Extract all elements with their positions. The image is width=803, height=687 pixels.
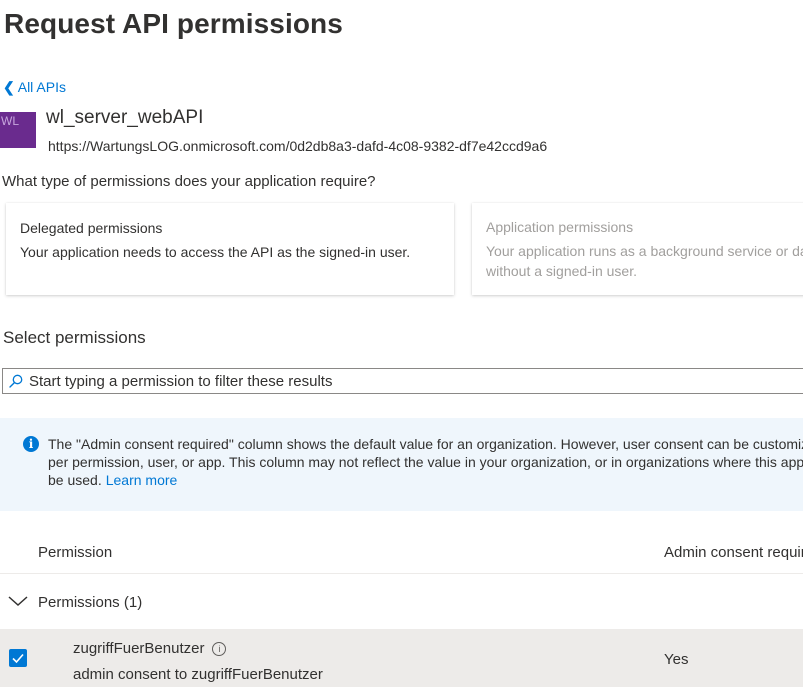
- permission-checkbox[interactable]: [9, 649, 27, 667]
- learn-more-link[interactable]: Learn more: [106, 472, 178, 488]
- permission-search-box[interactable]: [2, 368, 803, 394]
- permission-admin-consent-value: Yes: [664, 651, 689, 668]
- chevron-down-icon[interactable]: [7, 594, 29, 608]
- api-url: https://WartungsLOG.onmicrosoft.com/0d2d…: [48, 138, 548, 154]
- info-circle-icon[interactable]: i: [212, 642, 227, 656]
- all-apis-back-link[interactable]: ❮ All APIs: [3, 79, 66, 96]
- permission-name: zugriffFuerBenutzer i: [73, 640, 227, 657]
- application-permissions-title: Application permissions: [486, 219, 634, 235]
- delegated-permissions-description: Your application needs to access the API…: [20, 244, 411, 260]
- search-icon: [9, 374, 23, 388]
- info-banner-line: The "Admin consent required" column show…: [48, 436, 803, 452]
- table-row[interactable]: zugriffFuerBenutzer i admin consent to zu…: [0, 629, 803, 687]
- api-name: wl_server_webAPI: [46, 107, 204, 128]
- application-permissions-description-line1: Your application runs as a background se…: [486, 243, 803, 259]
- admin-consent-info-banner: i The "Admin consent required" column sh…: [0, 418, 803, 511]
- back-link-label: All APIs: [17, 79, 66, 95]
- delegated-permissions-title: Delegated permissions: [20, 220, 163, 236]
- permissions-group-label: Permissions (1): [38, 594, 143, 611]
- info-banner-text: The "Admin consent required" column show…: [48, 435, 803, 489]
- info-banner-line: be used.: [48, 472, 102, 488]
- permission-description: admin consent to zugriffFuerBenutzer: [73, 666, 323, 683]
- permissions-group-row[interactable]: Permissions (1): [0, 574, 803, 629]
- column-header-admin-consent[interactable]: Admin consent required: [664, 544, 803, 561]
- permission-search-input[interactable]: [29, 371, 789, 391]
- page-title: Request API permissions: [4, 8, 343, 39]
- column-header-permission[interactable]: Permission: [38, 544, 112, 561]
- permission-name-text: zugriffFuerBenutzer: [73, 640, 205, 657]
- api-logo: WL: [0, 112, 36, 148]
- delegated-permissions-card[interactable]: Delegated permissions Your application n…: [6, 203, 454, 295]
- info-banner-line: per permission, user, or app. This colum…: [48, 454, 803, 470]
- application-permissions-card[interactable]: Application permissions Your application…: [472, 203, 803, 295]
- info-icon: i: [23, 436, 39, 452]
- chevron-left-icon: ❮: [3, 79, 15, 95]
- application-permissions-description-line2: without a signed-in user.: [486, 263, 637, 279]
- checkmark-icon: [12, 653, 24, 664]
- select-permissions-heading: Select permissions: [3, 328, 146, 347]
- permission-type-question: What type of permissions does your appli…: [2, 173, 376, 190]
